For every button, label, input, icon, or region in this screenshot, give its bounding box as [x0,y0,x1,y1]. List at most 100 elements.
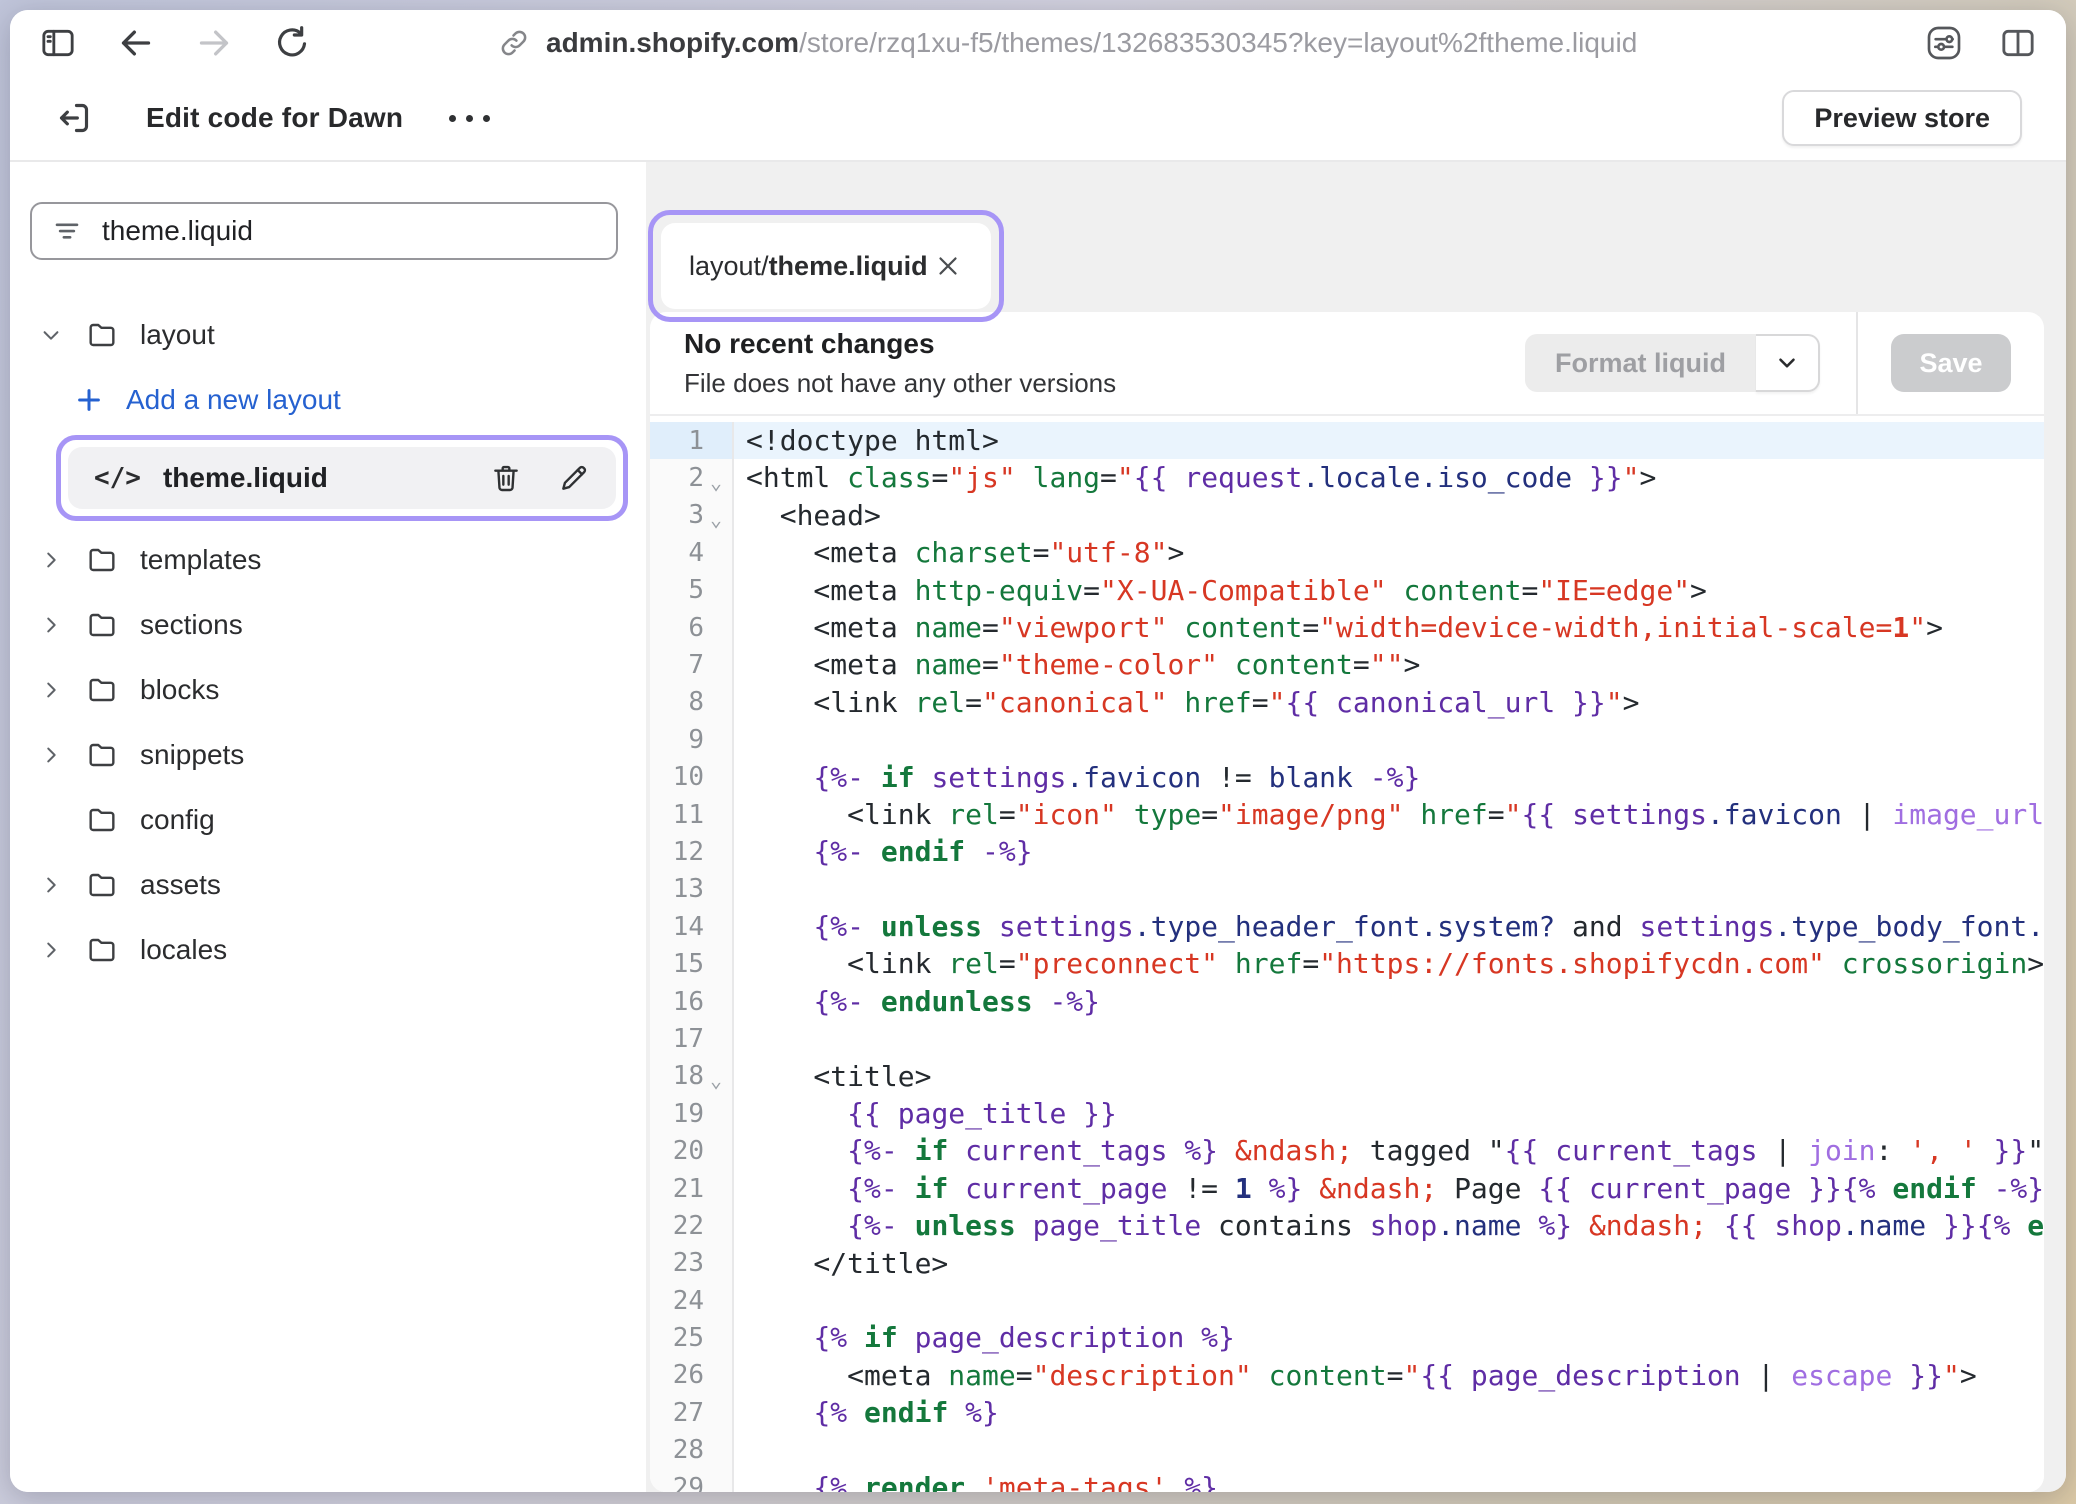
sidebar-folder-layout[interactable]: layout [30,310,628,360]
code-line[interactable]: 20 {%- if current_tags %} &ndash; tagged… [650,1132,2044,1169]
line-number-gutter: 29 [650,1469,734,1492]
line-number-gutter: 6 [650,609,734,646]
page-settings-icon[interactable] [1924,23,1964,63]
code-line[interactable]: 28 [650,1432,2044,1469]
more-actions-icon[interactable] [449,115,490,122]
address-bar[interactable]: admin.shopify.com/store/rzq1xu-f5/themes… [350,27,1904,59]
sidebar-folder-blocks[interactable]: blocks [30,665,628,715]
sidebar-folder-config[interactable]: config [30,795,628,845]
code-line[interactable]: 3⌄ <head> [650,497,2044,534]
file-search[interactable] [30,202,618,260]
code-line[interactable]: 26 <meta name="description" content="{{ … [650,1357,2044,1394]
sidebar-folder-sections[interactable]: sections [30,600,628,650]
code-line[interactable]: 19 {{ page_title }} [650,1095,2044,1132]
code-line[interactable]: 14 {%- unless settings.type_header_font.… [650,908,2044,945]
code-line[interactable]: 22 {%- unless page_title contains shop.n… [650,1207,2044,1244]
line-number-gutter: 2⌄ [650,459,734,496]
folder-icon [86,739,118,771]
filter-icon [52,216,82,246]
folder-label: templates [140,544,261,576]
reload-icon[interactable] [272,23,312,63]
chevron-down-icon [40,324,62,346]
code-editor[interactable]: 1<!doctype html>2⌄<html class="js" lang=… [650,416,2044,1492]
folder-label: blocks [140,674,219,706]
fold-chevron-icon[interactable]: ⌄ [704,1068,728,1092]
sidebar-folder-locales[interactable]: locales [30,925,628,975]
sidebar-folder-snippets[interactable]: snippets [30,730,628,780]
fold-chevron-icon[interactable]: ⌄ [704,470,728,494]
code-line[interactable]: 10 {%- if settings.favicon != blank -%} [650,759,2044,796]
code-line[interactable]: 6 <meta name="viewport" content="width=d… [650,609,2044,646]
url-text: admin.shopify.com/store/rzq1xu-f5/themes… [546,27,1637,59]
tab-strip: layout/theme.liquid [646,162,2066,312]
preview-store-button[interactable]: Preview store [1782,90,2022,146]
folder-icon [86,934,118,966]
folder-label: sections [140,609,243,641]
code-file-icon: </> [94,463,141,493]
close-icon[interactable] [933,251,963,281]
folder-label: snippets [140,739,244,771]
forward-icon[interactable] [194,23,234,63]
line-number-gutter: 17 [650,1020,734,1057]
sidebar-folder-assets[interactable]: assets [30,860,628,910]
sidebar-file-theme-liquid[interactable]: </> theme.liquid [68,447,616,509]
sidebar-toggle-icon[interactable] [38,23,78,63]
line-number-gutter: 9 [650,721,734,758]
chevron-right-icon [40,679,62,701]
search-input[interactable] [102,215,596,247]
split-view-icon[interactable] [1998,23,2038,63]
line-number-gutter: 15 [650,945,734,982]
file-sidebar: layout Add a new layout </> theme.liquid [10,162,646,1492]
plus-icon [74,385,104,415]
code-line[interactable]: 27 {% endif %} [650,1394,2044,1431]
code-line[interactable]: 8 <link rel="canonical" href="{{ canonic… [650,684,2044,721]
chevron-right-icon [40,744,62,766]
exit-editor-icon[interactable] [54,98,94,138]
code-line[interactable]: 13 [650,871,2044,908]
folder-icon [86,319,118,351]
chevron-right-icon [40,939,62,961]
fold-chevron-icon[interactable]: ⌄ [704,507,728,531]
folder-icon [86,609,118,641]
code-line[interactable]: 11 <link rel="icon" type="image/png" hre… [650,796,2044,833]
code-line[interactable]: 21 {%- if current_page != 1 %} &ndash; P… [650,1170,2044,1207]
code-line[interactable]: 25 {% if page_description %} [650,1319,2044,1356]
save-button[interactable]: Save [1891,334,2010,392]
code-line[interactable]: 24 [650,1282,2044,1319]
code-line[interactable]: 7 <meta name="theme-color" content=""> [650,646,2044,683]
add-new-layout-button[interactable]: Add a new layout [74,375,628,425]
line-number-gutter: 7 [650,646,734,683]
line-number-gutter: 5 [650,572,734,609]
line-number-gutter: 28 [650,1432,734,1469]
format-liquid-split-button: Format liquid [1525,334,1820,392]
code-line[interactable]: 29 {% render 'meta-tags' %} [650,1469,2044,1492]
line-number-gutter: 25 [650,1319,734,1356]
code-line[interactable]: 2⌄<html class="js" lang="{{ request.loca… [650,459,2044,496]
editor-area: layout/theme.liquid No recent changes Fi… [646,162,2066,1492]
format-options-dropdown[interactable] [1756,334,1820,392]
edit-pencil-icon[interactable] [558,462,590,494]
tab-label: layout/theme.liquid [689,251,928,282]
code-line[interactable]: 18⌄ <title> [650,1058,2044,1095]
line-number-gutter: 8 [650,684,734,721]
code-line[interactable]: 23 </title> [650,1245,2044,1282]
editor-toolbar: No recent changes File does not have any… [650,312,2044,416]
folder-icon [86,869,118,901]
code-line[interactable]: 9 [650,721,2044,758]
code-line[interactable]: 5 <meta http-equiv="X-UA-Compatible" con… [650,572,2044,609]
chevron-right-icon [40,874,62,896]
back-icon[interactable] [116,23,156,63]
trash-icon[interactable] [490,462,522,494]
line-number-gutter: 18⌄ [650,1058,734,1095]
sidebar-folder-templates[interactable]: templates [30,535,628,585]
line-number-gutter: 13 [650,871,734,908]
code-line[interactable]: 12 {%- endif -%} [650,833,2044,870]
tab-theme-liquid[interactable]: layout/theme.liquid [661,223,991,309]
code-line[interactable]: 1<!doctype html> [650,422,2044,459]
code-line[interactable]: 15 <link rel="preconnect" href="https://… [650,945,2044,982]
code-line[interactable]: 4 <meta charset="utf-8"> [650,534,2044,571]
code-line[interactable]: 17 [650,1020,2044,1057]
line-number-gutter: 11 [650,796,734,833]
code-line[interactable]: 16 {%- endunless -%} [650,983,2044,1020]
format-liquid-button[interactable]: Format liquid [1525,334,1756,392]
